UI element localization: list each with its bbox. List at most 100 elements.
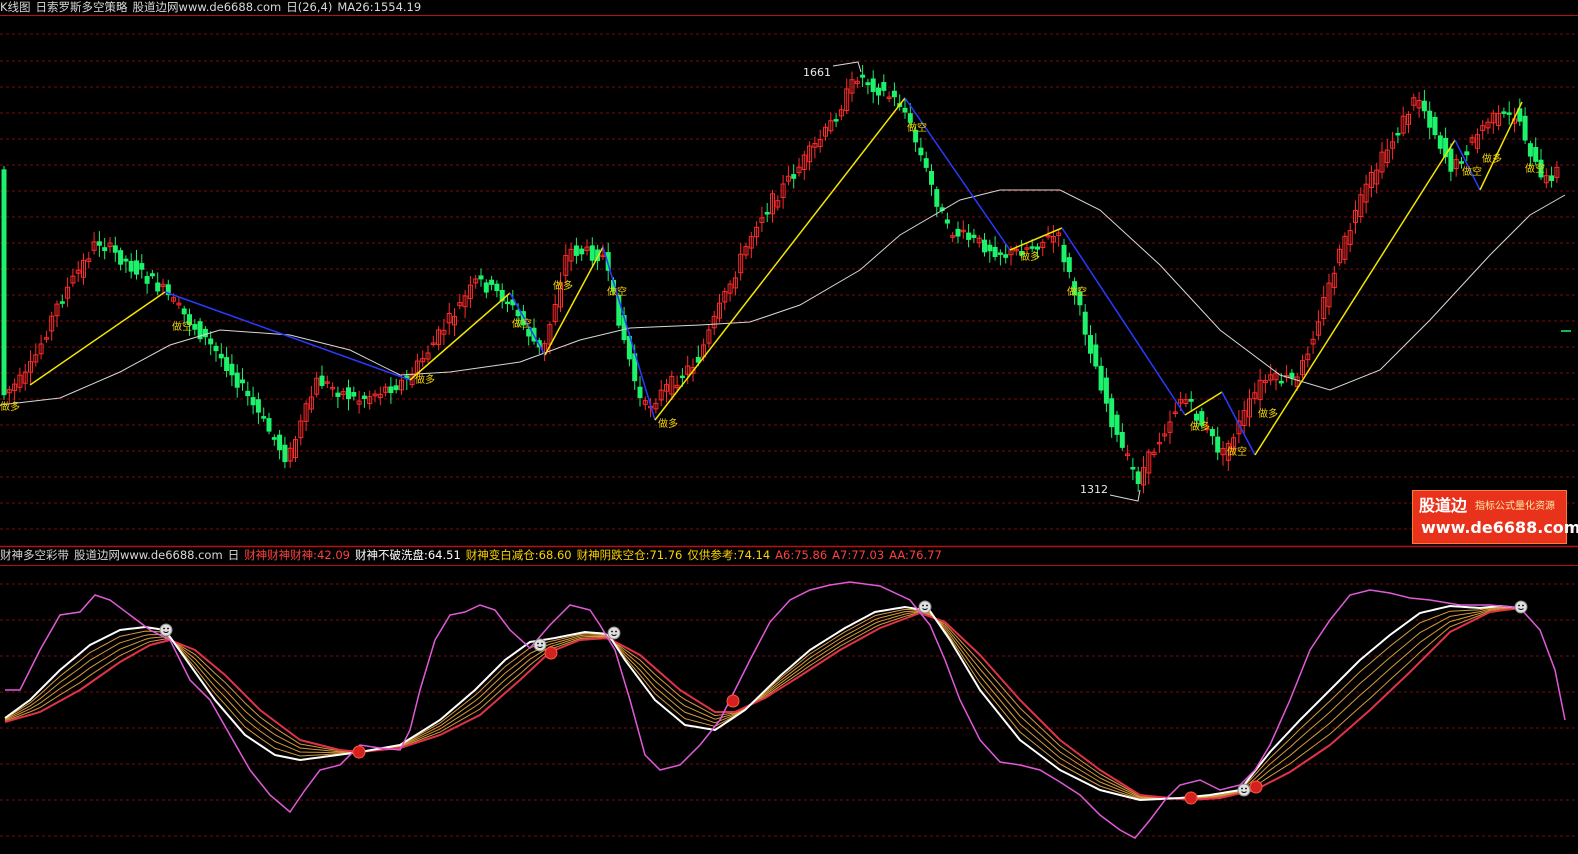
candle-body (218, 353, 224, 359)
smiley-icon (918, 600, 932, 614)
zigzag-line (29, 291, 166, 386)
period-label: 日 (227, 548, 240, 562)
candle-body (123, 258, 129, 262)
candle-body (764, 212, 770, 215)
candle-body (1103, 377, 1109, 404)
indicator-value: 财神财神财神:42.09 (244, 548, 350, 562)
zigzag-line (1221, 391, 1256, 456)
candle-body (245, 390, 251, 397)
candle-body (918, 147, 924, 156)
candle-body (155, 282, 161, 292)
logo-slogan: 指标公式量化资源 (1475, 501, 1555, 512)
signal-label-buy: 做多 (415, 373, 435, 386)
buy-dot-marker (352, 745, 366, 759)
candle-body (1395, 132, 1401, 136)
smiley-eye (1518, 604, 1520, 607)
candle-body (1029, 246, 1035, 249)
ma-value: MA26:1554.19 (337, 0, 422, 14)
indicator-value: AA:76.77 (889, 548, 942, 562)
candle-body (579, 248, 585, 255)
indicator-value: A6:75.86 (775, 548, 828, 562)
smiley-icon (607, 626, 621, 640)
site-label: 股道边网www.de6688.com (132, 0, 282, 14)
candle-body (992, 246, 998, 258)
candle-body (1459, 161, 1464, 164)
indicator-name: 日索罗斯多空策略 (35, 0, 128, 14)
panel-name[interactable]: K线图 (0, 0, 31, 14)
signal-label-sell: 做空 (1525, 162, 1545, 175)
main-chart-svg[interactable]: 做多做空做多做空做多做空做多做空做多做空做多做空做多做空做多做空16611312 (0, 0, 1578, 854)
candle-body (250, 397, 256, 406)
signal-label-buy: 做多 (658, 417, 678, 430)
candle-body (982, 239, 987, 253)
low-marker-line (1109, 489, 1141, 502)
candle-body (494, 283, 500, 292)
candle-body (1527, 143, 1533, 157)
candle-body (192, 324, 198, 330)
candle-body (1432, 116, 1438, 136)
candle-body (234, 372, 240, 388)
candle-body (1522, 115, 1528, 141)
candle-body (971, 234, 977, 238)
candle-body (202, 328, 208, 338)
candle-body (282, 444, 288, 463)
candle-body (149, 273, 155, 277)
candle-body (213, 345, 219, 352)
signal-label-buy: 做多 (1020, 250, 1040, 263)
indicator-value: 财神不破洗盘:64.51 (354, 548, 461, 562)
candle-body (966, 232, 972, 240)
candle-body (319, 375, 325, 386)
candle-body (261, 416, 267, 419)
kline-header: K线图 日索罗斯多空策略 股道边网www.de6688.com 日(26,4) … (0, 0, 421, 14)
candle-body (1130, 467, 1136, 470)
candle-body (1194, 413, 1199, 421)
candle-body (1215, 436, 1221, 453)
candle-body (181, 308, 187, 315)
candle-body (833, 119, 839, 122)
candle-body (1289, 372, 1295, 379)
candle-body (351, 392, 357, 397)
candle-body (144, 276, 150, 284)
signal-label-sell: 做空 (172, 320, 192, 333)
candle-body (526, 328, 532, 337)
ribbon-outer-line (5, 581, 1566, 839)
candle-body (876, 87, 881, 96)
buy-dot-marker (726, 694, 740, 708)
signal-label-buy: 做多 (1482, 152, 1502, 165)
candle-body (361, 395, 367, 399)
site-label: 股道边网www.de6688.com (74, 548, 223, 562)
candle-body (923, 158, 929, 168)
candle-body (505, 301, 510, 305)
smiley-eye (163, 627, 165, 630)
candle-body (1464, 151, 1470, 156)
candle-body (1119, 431, 1125, 448)
candle-body (1421, 100, 1427, 112)
signal-label-buy: 做多 (553, 279, 573, 292)
candle-body (902, 107, 908, 113)
candle-body (393, 385, 399, 391)
candle-body (118, 250, 124, 265)
candle-body (229, 363, 235, 376)
indicator-value: A7:77.03 (832, 548, 885, 562)
candle-body (1209, 428, 1215, 437)
low-price-label: 1312 (1080, 483, 1108, 496)
candle-body (997, 252, 1003, 255)
candle-body (1061, 244, 1067, 263)
site-logo[interactable]: 股道边 指标公式量化资源 www.de6688.com (1412, 490, 1578, 544)
signal-label-sell: 做空 (1462, 165, 1482, 178)
logo-url: www.de6688.com (1421, 518, 1578, 537)
candle-body (891, 90, 897, 98)
smiley-eye (1241, 787, 1243, 790)
candle-body (208, 338, 214, 345)
candle-body (1427, 110, 1433, 128)
signal-label-buy: 做多 (1258, 407, 1278, 420)
candle-body (240, 379, 245, 384)
smiley-eye (922, 604, 924, 607)
signal-label-buy: 做多 (0, 400, 20, 413)
candle-body (1098, 365, 1104, 391)
smiley-eye (537, 642, 539, 645)
candle-body (1278, 380, 1284, 384)
candle-body (388, 386, 394, 394)
period-params: 日(26,4) (286, 0, 333, 14)
candle-body (1003, 254, 1009, 258)
